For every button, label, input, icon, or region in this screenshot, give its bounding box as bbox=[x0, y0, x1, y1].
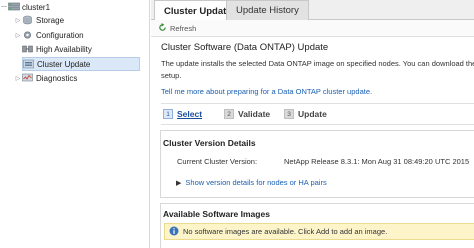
tree-item-cluster1[interactable]: — cluster1 bbox=[0, 0, 50, 14]
tree-item-label: Storage bbox=[36, 15, 65, 25]
navigation-tree: — cluster1 ▷ Storage ▷ Configuration Hig… bbox=[0, 0, 150, 248]
wizard-steps: 1 Select 2 Validate 3 Update bbox=[161, 103, 474, 125]
tree-item-cluster-update[interactable]: Cluster Update bbox=[22, 57, 140, 71]
expand-triangle-icon: ▶ bbox=[176, 179, 182, 187]
configuration-icon bbox=[22, 30, 33, 40]
high-availability-icon bbox=[22, 44, 33, 54]
tree-item-configuration[interactable]: ▷ Configuration bbox=[14, 28, 84, 42]
page-title: Cluster Software (Data ONTAP) Update bbox=[161, 42, 329, 53]
cluster-update-icon bbox=[23, 59, 34, 69]
learn-more-link[interactable]: Tell me more about preparing for a Data … bbox=[161, 87, 372, 96]
tree-item-label: cluster1 bbox=[22, 2, 51, 12]
step-number: 2 bbox=[224, 109, 234, 119]
step-label: Update bbox=[298, 109, 327, 119]
cluster-version-panel: Cluster Version Details Current Cluster … bbox=[160, 130, 474, 198]
expand-icon[interactable]: ▷ bbox=[14, 75, 22, 82]
tree-item-label: High Availability bbox=[36, 44, 92, 54]
info-icon bbox=[169, 226, 179, 238]
tree-item-diagnostics[interactable]: ▷ Diagnostics bbox=[14, 71, 78, 85]
tab-label: Cluster Update bbox=[164, 5, 232, 17]
step-number: 3 bbox=[284, 109, 294, 119]
show-version-details-label: Show version details for nodes or HA pai… bbox=[185, 178, 327, 187]
expand-icon[interactable]: ▷ bbox=[14, 17, 22, 24]
diagnostics-icon bbox=[22, 73, 33, 83]
description-line: The update installs the selected Data ON… bbox=[161, 59, 474, 68]
description-line: setup. bbox=[161, 71, 182, 80]
refresh-icon bbox=[158, 22, 167, 34]
tree-item-high-availability[interactable]: High Availability bbox=[22, 42, 92, 56]
current-version-value: NetApp Release 8.3.1: Mon Aug 31 08:49:2… bbox=[284, 157, 470, 166]
tree-item-label: Diagnostics bbox=[36, 73, 78, 83]
tree-item-storage[interactable]: ▷ Storage bbox=[14, 13, 64, 27]
step-label: Validate bbox=[238, 109, 271, 119]
step-update[interactable]: 3 Update bbox=[284, 109, 327, 119]
cluster-icon bbox=[8, 2, 20, 12]
page-description: The update installs the selected Data ON… bbox=[161, 58, 474, 82]
refresh-button[interactable]: Refresh bbox=[158, 22, 197, 34]
storage-icon bbox=[22, 15, 33, 25]
software-images-panel: Available Software Images No software im… bbox=[160, 203, 474, 248]
collapse-icon[interactable]: — bbox=[0, 4, 8, 10]
tab-update-history[interactable]: Update History bbox=[226, 0, 309, 20]
step-number: 1 bbox=[163, 109, 173, 119]
step-validate[interactable]: 2 Validate bbox=[224, 109, 270, 119]
toolbar: Refresh bbox=[151, 20, 474, 37]
no-images-notice: No software images are available. Click … bbox=[164, 223, 474, 240]
current-version-label: Current Cluster Version: bbox=[177, 157, 258, 166]
step-label: Select bbox=[177, 109, 203, 119]
tab-bar: Cluster Update Update History bbox=[151, 0, 474, 21]
cluster-version-title: Cluster Version Details bbox=[163, 138, 256, 148]
tree-item-label: Configuration bbox=[36, 30, 84, 40]
expand-icon[interactable]: ▷ bbox=[14, 32, 22, 39]
step-select[interactable]: 1 Select bbox=[163, 109, 202, 119]
show-version-details-link[interactable]: ▶ Show version details for nodes or HA p… bbox=[176, 178, 327, 187]
no-images-message: No software images are available. Click … bbox=[183, 227, 388, 236]
refresh-label: Refresh bbox=[170, 23, 197, 33]
tab-label: Update History bbox=[236, 5, 299, 16]
tree-item-label: Cluster Update bbox=[37, 59, 91, 69]
software-images-title: Available Software Images bbox=[163, 209, 270, 219]
